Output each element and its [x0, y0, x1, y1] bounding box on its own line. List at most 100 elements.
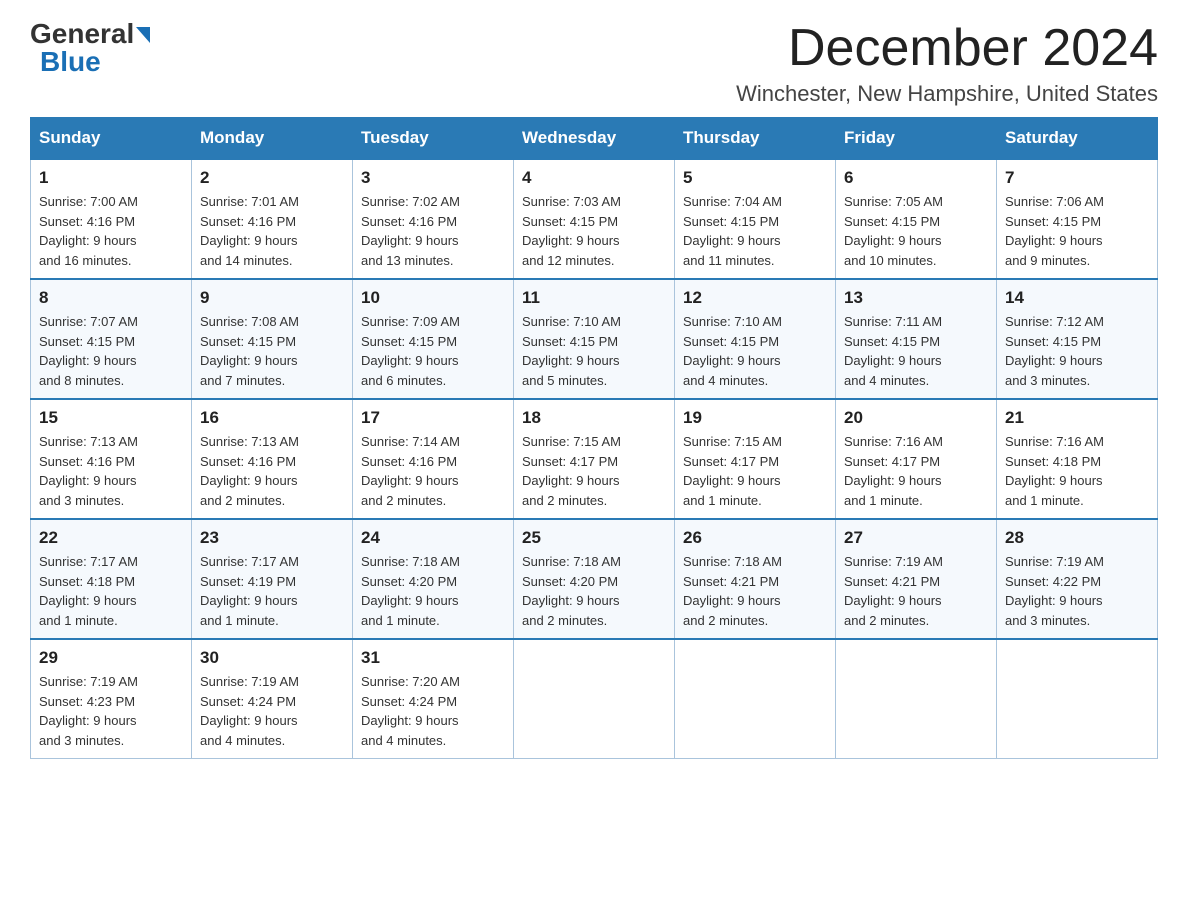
- day-info: Sunrise: 7:19 AMSunset: 4:24 PMDaylight:…: [200, 672, 344, 750]
- day-number: 18: [522, 408, 666, 428]
- day-of-week-header: Friday: [836, 118, 997, 160]
- calendar-week-row: 8 Sunrise: 7:07 AMSunset: 4:15 PMDaylight…: [31, 279, 1158, 399]
- day-info: Sunrise: 7:18 AMSunset: 4:20 PMDaylight:…: [522, 552, 666, 630]
- calendar-cell: 9 Sunrise: 7:08 AMSunset: 4:15 PMDaylight…: [192, 279, 353, 399]
- day-info: Sunrise: 7:04 AMSunset: 4:15 PMDaylight:…: [683, 192, 827, 270]
- calendar-cell: 1 Sunrise: 7:00 AMSunset: 4:16 PMDaylight…: [31, 159, 192, 279]
- day-info: Sunrise: 7:09 AMSunset: 4:15 PMDaylight:…: [361, 312, 505, 390]
- month-title: December 2024: [736, 20, 1158, 77]
- calendar-cell: [997, 639, 1158, 759]
- day-info: Sunrise: 7:02 AMSunset: 4:16 PMDaylight:…: [361, 192, 505, 270]
- calendar-cell: [675, 639, 836, 759]
- day-info: Sunrise: 7:12 AMSunset: 4:15 PMDaylight:…: [1005, 312, 1149, 390]
- calendar-cell: 19 Sunrise: 7:15 AMSunset: 4:17 PMDayligh…: [675, 399, 836, 519]
- day-number: 21: [1005, 408, 1149, 428]
- day-number: 1: [39, 168, 183, 188]
- day-of-week-header: Tuesday: [353, 118, 514, 160]
- calendar-cell: 31 Sunrise: 7:20 AMSunset: 4:24 PMDayligh…: [353, 639, 514, 759]
- calendar-cell: 13Sunrise: 7:11 AMSunset: 4:15 PMDayligh…: [836, 279, 997, 399]
- day-info: Sunrise: 7:14 AMSunset: 4:16 PMDaylight:…: [361, 432, 505, 510]
- title-area: December 2024 Winchester, New Hampshire,…: [736, 20, 1158, 107]
- calendar-cell: 15 Sunrise: 7:13 AMSunset: 4:16 PMDayligh…: [31, 399, 192, 519]
- day-number: 19: [683, 408, 827, 428]
- day-of-week-header: Sunday: [31, 118, 192, 160]
- day-info: Sunrise: 7:18 AMSunset: 4:20 PMDaylight:…: [361, 552, 505, 630]
- calendar-cell: 28 Sunrise: 7:19 AMSunset: 4:22 PMDayligh…: [997, 519, 1158, 639]
- day-of-week-header: Wednesday: [514, 118, 675, 160]
- day-info: Sunrise: 7:19 AMSunset: 4:22 PMDaylight:…: [1005, 552, 1149, 630]
- day-info: Sunrise: 7:15 AMSunset: 4:17 PMDaylight:…: [683, 432, 827, 510]
- day-number: 11: [522, 288, 666, 308]
- day-number: 29: [39, 648, 183, 668]
- day-number: 28: [1005, 528, 1149, 548]
- day-number: 10: [361, 288, 505, 308]
- calendar-cell: 4Sunrise: 7:03 AMSunset: 4:15 PMDaylight…: [514, 159, 675, 279]
- day-number: 31: [361, 648, 505, 668]
- day-info: Sunrise: 7:13 AMSunset: 4:16 PMDaylight:…: [39, 432, 183, 510]
- day-of-week-header: Monday: [192, 118, 353, 160]
- calendar-cell: [836, 639, 997, 759]
- calendar-cell: 21Sunrise: 7:16 AMSunset: 4:18 PMDayligh…: [997, 399, 1158, 519]
- day-number: 12: [683, 288, 827, 308]
- calendar-cell: [514, 639, 675, 759]
- day-info: Sunrise: 7:07 AMSunset: 4:15 PMDaylight:…: [39, 312, 183, 390]
- day-number: 17: [361, 408, 505, 428]
- day-number: 14: [1005, 288, 1149, 308]
- day-info: Sunrise: 7:17 AMSunset: 4:19 PMDaylight:…: [200, 552, 344, 630]
- calendar-cell: 11Sunrise: 7:10 AMSunset: 4:15 PMDayligh…: [514, 279, 675, 399]
- day-info: Sunrise: 7:18 AMSunset: 4:21 PMDaylight:…: [683, 552, 827, 630]
- day-number: 26: [683, 528, 827, 548]
- calendar-cell: 16 Sunrise: 7:13 AMSunset: 4:16 PMDayligh…: [192, 399, 353, 519]
- calendar-cell: 29 Sunrise: 7:19 AMSunset: 4:23 PMDayligh…: [31, 639, 192, 759]
- calendar-cell: 23 Sunrise: 7:17 AMSunset: 4:19 PMDayligh…: [192, 519, 353, 639]
- day-info: Sunrise: 7:20 AMSunset: 4:24 PMDaylight:…: [361, 672, 505, 750]
- day-number: 9: [200, 288, 344, 308]
- day-number: 27: [844, 528, 988, 548]
- calendar-table: SundayMondayTuesdayWednesdayThursdayFrid…: [30, 117, 1158, 759]
- calendar-cell: 30Sunrise: 7:19 AMSunset: 4:24 PMDayligh…: [192, 639, 353, 759]
- day-info: Sunrise: 7:17 AMSunset: 4:18 PMDaylight:…: [39, 552, 183, 630]
- day-number: 16: [200, 408, 344, 428]
- calendar-cell: 2 Sunrise: 7:01 AMSunset: 4:16 PMDaylight…: [192, 159, 353, 279]
- day-number: 23: [200, 528, 344, 548]
- calendar-cell: 14 Sunrise: 7:12 AMSunset: 4:15 PMDayligh…: [997, 279, 1158, 399]
- day-info: Sunrise: 7:00 AMSunset: 4:16 PMDaylight:…: [39, 192, 183, 270]
- calendar-week-row: 1 Sunrise: 7:00 AMSunset: 4:16 PMDaylight…: [31, 159, 1158, 279]
- day-number: 15: [39, 408, 183, 428]
- logo-blue-text: Blue: [40, 48, 101, 76]
- calendar-header-row: SundayMondayTuesdayWednesdayThursdayFrid…: [31, 118, 1158, 160]
- calendar-cell: 22 Sunrise: 7:17 AMSunset: 4:18 PMDayligh…: [31, 519, 192, 639]
- day-number: 3: [361, 168, 505, 188]
- calendar-cell: 27 Sunrise: 7:19 AMSunset: 4:21 PMDayligh…: [836, 519, 997, 639]
- calendar-cell: 24 Sunrise: 7:18 AMSunset: 4:20 PMDayligh…: [353, 519, 514, 639]
- day-number: 8: [39, 288, 183, 308]
- day-number: 24: [361, 528, 505, 548]
- day-info: Sunrise: 7:19 AMSunset: 4:23 PMDaylight:…: [39, 672, 183, 750]
- day-number: 13: [844, 288, 988, 308]
- day-number: 7: [1005, 168, 1149, 188]
- calendar-cell: 6Sunrise: 7:05 AMSunset: 4:15 PMDaylight…: [836, 159, 997, 279]
- day-of-week-header: Saturday: [997, 118, 1158, 160]
- day-info: Sunrise: 7:19 AMSunset: 4:21 PMDaylight:…: [844, 552, 988, 630]
- day-info: Sunrise: 7:13 AMSunset: 4:16 PMDaylight:…: [200, 432, 344, 510]
- day-info: Sunrise: 7:01 AMSunset: 4:16 PMDaylight:…: [200, 192, 344, 270]
- calendar-week-row: 22 Sunrise: 7:17 AMSunset: 4:18 PMDayligh…: [31, 519, 1158, 639]
- day-info: Sunrise: 7:10 AMSunset: 4:15 PMDaylight:…: [683, 312, 827, 390]
- day-number: 4: [522, 168, 666, 188]
- day-info: Sunrise: 7:08 AMSunset: 4:15 PMDaylight:…: [200, 312, 344, 390]
- logo: General Blue: [30, 20, 150, 76]
- day-number: 5: [683, 168, 827, 188]
- day-number: 22: [39, 528, 183, 548]
- calendar-cell: 5 Sunrise: 7:04 AMSunset: 4:15 PMDaylight…: [675, 159, 836, 279]
- day-number: 6: [844, 168, 988, 188]
- calendar-cell: 8 Sunrise: 7:07 AMSunset: 4:15 PMDaylight…: [31, 279, 192, 399]
- day-number: 20: [844, 408, 988, 428]
- logo-triangle-icon: [136, 27, 150, 43]
- day-info: Sunrise: 7:06 AMSunset: 4:15 PMDaylight:…: [1005, 192, 1149, 270]
- day-of-week-header: Thursday: [675, 118, 836, 160]
- calendar-cell: 7 Sunrise: 7:06 AMSunset: 4:15 PMDaylight…: [997, 159, 1158, 279]
- day-info: Sunrise: 7:15 AMSunset: 4:17 PMDaylight:…: [522, 432, 666, 510]
- day-number: 2: [200, 168, 344, 188]
- calendar-week-row: 29 Sunrise: 7:19 AMSunset: 4:23 PMDayligh…: [31, 639, 1158, 759]
- calendar-cell: 17 Sunrise: 7:14 AMSunset: 4:16 PMDayligh…: [353, 399, 514, 519]
